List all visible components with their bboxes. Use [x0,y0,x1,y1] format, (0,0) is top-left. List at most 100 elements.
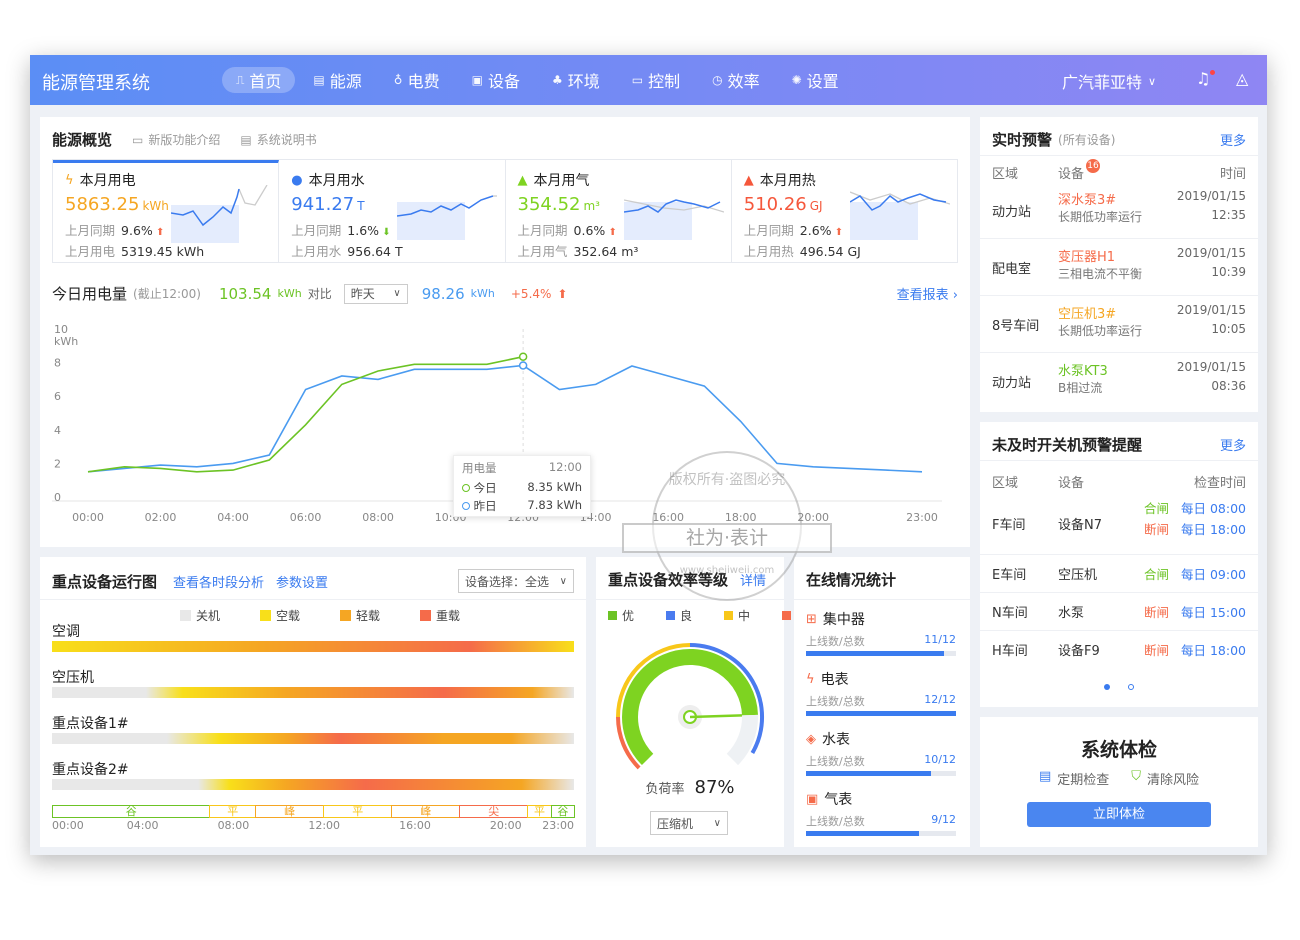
x-tick-label: 06:00 [290,511,322,524]
kpi-name: 本月用热 [759,173,816,189]
switch-row[interactable]: N车间 水泵 断闸 每日 15:00 [980,592,1258,630]
feature-intro-link[interactable]: ▭ 新版功能介绍 [132,131,220,148]
period-analysis-link[interactable]: 查看各时段分析 [173,572,264,591]
switch-state: 断闸 [1144,522,1170,537]
y-axis-unit: kWh [54,335,78,348]
alert-device[interactable]: 深水泵3# [1058,189,1116,208]
nav-clock[interactable]: ◷ 效率 [698,67,774,93]
clipboard-icon: ▤ [1038,769,1052,784]
online-panel: 在线情况统计 ⊞ 集中器 上线数/总数 11/12 ϟ 电表 上线数/总数 12/12 ◈ 水表上… [794,557,970,847]
bell-icon[interactable]: ♫ [1196,69,1210,88]
period-segment: 平 [209,805,257,818]
kpi-unit: GJ [809,199,823,213]
device-timeline [52,641,574,652]
nav-bulb[interactable]: ♁ 电费 [380,67,454,93]
pager-dot-active[interactable] [1104,684,1110,690]
arrow-up-icon: ⬆ [831,227,844,238]
sparkline [171,185,268,243]
nav-device[interactable]: ▣ 设备 [458,67,534,93]
alert-device[interactable]: 空压机3# [1058,303,1116,322]
company-selector[interactable]: 广汽菲亚特 ∨ [1062,69,1156,93]
compare-select[interactable]: 昨天 ∨ [343,283,408,304]
switch-area: F车间 [992,518,1026,533]
alert-area: 动力站 [992,376,1032,391]
alert-row[interactable]: 配电室 变压器H1 三相电流不平衡 2019/01/15 10:39 [980,238,1258,294]
kpi-number: 941.27 [291,194,355,215]
online-item-sub: 上线数/总数 10/12 [806,753,956,768]
alert-row[interactable]: 8号车间 空压机3# 长期低功率运行 2019/01/15 10:05 [980,295,1258,351]
alert-device[interactable]: 水泵KT3 [1058,360,1108,379]
nav-leaf[interactable]: ♣ 环境 [538,67,614,93]
alert-row[interactable]: 动力站 水泵KT3 B相过流 2019/01/15 08:36 [980,352,1258,408]
axis-label: 20:00 [489,819,522,832]
nav-gear[interactable]: ✺ 设置 [778,67,853,93]
online-item[interactable]: ◈ 水表上线数/总数 10/12 [806,729,956,776]
kpi-unit: m³ [583,199,600,213]
switch-device: 设备F9 [1058,644,1100,659]
manual-link[interactable]: ▤ 系统说明书 [240,131,316,148]
switch-row[interactable]: E车间 空压机 合闸 每日 09:00 [980,554,1258,592]
switch-more-link[interactable]: 更多 [1220,435,1246,454]
switch-area: N车间 [992,606,1028,621]
electric-meter-icon: ϟ [806,671,815,687]
alert-device[interactable]: 变压器H1 [1058,246,1115,265]
alert-more-link[interactable]: 更多 [1220,130,1246,149]
regular-check: ▤ 定期检查 [1038,769,1110,788]
nav-monitor[interactable]: ▭ 控制 [618,67,694,93]
pager-dot[interactable] [1128,684,1134,690]
row-divider [980,554,1258,555]
period-segment: 峰 [255,805,325,818]
alert-row[interactable]: 动力站 深水泵3# 长期低功率运行 2019/01/15 12:35 [992,187,1246,237]
view-report-link[interactable]: 查看报表 › [897,284,958,303]
nav-label: 首页 [249,72,282,91]
kpi-card[interactable]: ϟ 本月用电 5863.25 kWh 上月同期 9.6% ⬆ 上月用电 5319.45 kWh [53,160,280,262]
kpi-card[interactable]: ▲ 本月用热 510.26 GJ 上月同期 2.6% ⬆ 上月用热 496.54 GJ [732,160,957,262]
flame-icon: ▲ [517,172,528,188]
nav-chart[interactable]: ⎍ 首页 [222,67,296,93]
hover-point [518,352,528,361]
bulb-icon: ♁ [393,73,403,87]
alert-head-area: 区域 [992,167,1019,182]
switch-state: 合闸 [1144,501,1170,516]
start-check-button[interactable]: 立即体检 [1027,802,1211,827]
legend-swatch [608,611,617,620]
hover-point [518,361,528,370]
period-segment: 谷 [52,805,211,818]
x-tick-label: 08:00 [362,511,394,524]
alert-time: 08:36 [1211,379,1246,393]
gauge-track [726,714,758,766]
alert-head-time: 时间 [1219,167,1246,182]
param-settings-link[interactable]: 参数设置 [276,572,328,591]
switch-row[interactable]: H车间 设备F9 断闸 每日 18:00 [980,630,1258,668]
nav-database[interactable]: ▤ 能源 [299,67,375,93]
alert-count-badge: 16 [1086,159,1100,173]
axis-label: 12:00 [308,819,341,832]
arrow-down-icon: ⬇ [379,227,391,238]
x-tick-label: 23:00 [906,511,938,524]
x-tick-label: 20:00 [797,511,829,524]
efficiency-detail-link[interactable]: 详情 [740,570,766,589]
online-item[interactable]: ϟ 电表 上线数/总数 12/12 [806,669,956,716]
row-divider [980,592,1258,593]
device-timeline [52,687,574,698]
alert-area: 8号车间 [992,319,1040,334]
water-drop-icon[interactable]: ◬ [1236,69,1248,88]
online-item-sub: 上线数/总数 9/12 [806,813,956,828]
equipment-select[interactable]: 压缩机 ∨ [650,811,728,835]
online-item-name: ◈ 水表 [806,731,850,749]
device-label: 重点设备2# [52,762,129,778]
online-item[interactable]: ⊞ 集中器 上线数/总数 11/12 [806,609,956,656]
online-title: 在线情况统计 [806,571,897,589]
nav-label: 能源 [329,72,362,91]
device-select[interactable]: 设备选择：全选 ∨ [458,569,574,593]
switch-time: 每日 18:00 [1181,522,1246,537]
concentrator-icon: ⊞ [806,611,817,627]
y-tick-label: 8 [54,357,61,370]
switch-row[interactable]: F车间 设备N7 合闸 每日 08:00 断闸 每日 18:00 [992,498,1246,554]
online-item[interactable]: ▣ 气表 上线数/总数 9/12 [806,789,956,836]
kpi-name: 本月用电 [79,173,136,189]
kpi-card[interactable]: ● 本月用水 941.27 T 上月同期 1.6% ⬇ 上月用水 956.64 T [279,160,506,262]
kpi-card[interactable]: ▲ 本月用气 354.52 m³ 上月同期 0.6% ⬆ 上月用气 352.64 m³ [506,160,732,262]
x-tick-label: 00:00 [72,511,104,524]
switch-alert-panel: 未及时开关机预警提醒 更多 区域 设备 检查时间 F车间 设备N7 合闸 每日 08:… [980,422,1258,707]
